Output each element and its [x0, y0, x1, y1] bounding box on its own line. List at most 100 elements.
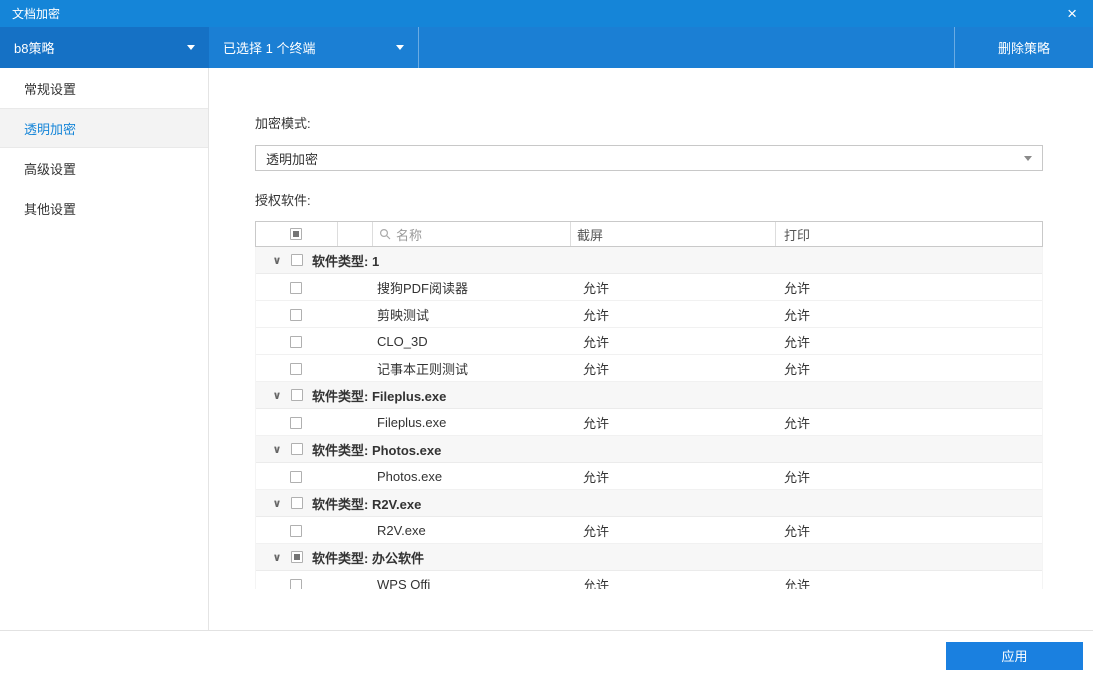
screenshot-permission[interactable]: 允许: [571, 467, 776, 486]
software-name: WPS Offi: [377, 576, 431, 590]
column-header-name-label: 名称: [396, 227, 423, 243]
software-name: 剪映测试: [377, 307, 430, 323]
group-row[interactable]: ∨ 软件类型: Fileplus.exe: [256, 382, 1042, 409]
terminal-selector-label: 已选择 1 个终端: [223, 41, 316, 56]
row-checkbox[interactable]: [290, 336, 302, 349]
column-header-blank: [338, 222, 373, 246]
search-icon: [379, 228, 391, 240]
software-row: WPS Offi 允许 允许: [256, 571, 1042, 589]
column-header-name[interactable]: 名称: [373, 222, 571, 246]
table-body: ∨ 软件类型: 1 搜狗PDF阅读器 允许 允许 剪映测试 允许 允许 CLO_3D 允许 允许 记事…: [255, 247, 1043, 589]
row-checkbox-cell: [256, 415, 338, 430]
row-checkbox[interactable]: [290, 309, 302, 322]
print-permission[interactable]: 允许: [776, 575, 1042, 590]
encryption-mode-value: 透明加密: [266, 151, 319, 167]
software-row: 记事本正则测试 允许 允许: [256, 355, 1042, 382]
group-label: 软件类型: Photos.exe: [312, 442, 442, 458]
screenshot-permission[interactable]: 允许: [571, 278, 776, 297]
software-name: CLO_3D: [377, 333, 428, 349]
print-permission[interactable]: 允许: [776, 332, 1042, 351]
group-expander-icon[interactable]: ∨: [271, 497, 283, 510]
print-permission[interactable]: 允许: [776, 359, 1042, 378]
main-content: 加密模式: 透明加密 授权软件: 名称 截屏 打印 ∨ 软件类型: 1 搜狗PD…: [209, 68, 1093, 630]
sidebar-item-label: 透明加密: [24, 121, 77, 137]
software-row: 剪映测试 允许 允许: [256, 301, 1042, 328]
encryption-mode-select[interactable]: 透明加密: [255, 145, 1043, 171]
encryption-mode-label: 加密模式:: [255, 116, 311, 131]
row-checkbox-cell: [256, 523, 338, 538]
print-permission[interactable]: 允许: [776, 521, 1042, 540]
software-name: Fileplus.exe: [377, 414, 447, 430]
print-permission[interactable]: 允许: [776, 467, 1042, 486]
software-name: 记事本正则测试: [377, 361, 469, 377]
policy-selector[interactable]: b8策略: [0, 27, 209, 68]
group-row[interactable]: ∨ 软件类型: R2V.exe: [256, 490, 1042, 517]
group-checkbox[interactable]: [291, 443, 303, 455]
row-checkbox[interactable]: [290, 363, 302, 376]
group-expander-icon[interactable]: ∨: [271, 389, 283, 402]
row-checkbox[interactable]: [290, 417, 302, 430]
delete-policy-label: 删除策略: [997, 41, 1050, 56]
row-checkbox-cell: [256, 469, 338, 484]
print-permission[interactable]: 允许: [776, 413, 1042, 432]
software-name: Photos.exe: [377, 468, 443, 484]
sidebar-item-3[interactable]: 其他设置: [0, 188, 208, 228]
window-title: 文档加密: [12, 7, 61, 21]
software-row: R2V.exe 允许 允许: [256, 517, 1042, 544]
row-checkbox[interactable]: [290, 282, 302, 295]
delete-policy-button[interactable]: 删除策略: [954, 27, 1093, 68]
footer: 应用: [0, 630, 1093, 680]
group-checkbox[interactable]: [291, 254, 303, 266]
row-checkbox-cell: [256, 577, 338, 589]
row-checkbox[interactable]: [290, 471, 302, 484]
software-row: 搜狗PDF阅读器 允许 允许: [256, 274, 1042, 301]
software-table: 名称 截屏 打印 ∨ 软件类型: 1 搜狗PDF阅读器 允许 允许 剪映测试 允许 允许 CLO…: [255, 221, 1043, 589]
group-expander-icon[interactable]: ∨: [271, 551, 283, 564]
sidebar-item-1[interactable]: 透明加密: [0, 108, 208, 148]
terminal-selector[interactable]: 已选择 1 个终端: [209, 27, 419, 68]
policy-selector-label: b8策略: [14, 41, 55, 56]
group-checkbox[interactable]: [291, 497, 303, 509]
table-header: 名称 截屏 打印: [255, 221, 1043, 247]
print-permission[interactable]: 允许: [776, 305, 1042, 324]
titlebar: 文档加密 ×: [0, 0, 1093, 27]
row-checkbox[interactable]: [290, 525, 302, 538]
sidebar-item-2[interactable]: 高级设置: [0, 148, 208, 188]
screenshot-permission[interactable]: 允许: [571, 413, 776, 432]
print-permission[interactable]: 允许: [776, 278, 1042, 297]
group-row[interactable]: ∨ 软件类型: 办公软件: [256, 544, 1042, 571]
screenshot-permission[interactable]: 允许: [571, 305, 776, 324]
group-row[interactable]: ∨ 软件类型: Photos.exe: [256, 436, 1042, 463]
group-checkbox[interactable]: [291, 389, 303, 401]
sidebar: 常规设置透明加密高级设置其他设置: [0, 68, 209, 630]
column-header-screenshot: 截屏: [571, 222, 776, 246]
header-checkbox[interactable]: [290, 228, 302, 240]
chevron-down-icon: [187, 45, 195, 50]
dialog-body: 常规设置透明加密高级设置其他设置 加密模式: 透明加密 授权软件: 名称: [0, 68, 1093, 630]
chevron-down-icon: [1024, 155, 1032, 161]
sidebar-item-0[interactable]: 常规设置: [0, 68, 208, 108]
group-label: 软件类型: 办公软件: [312, 550, 424, 566]
group-label: 软件类型: R2V.exe: [312, 496, 422, 512]
group-expander-icon[interactable]: ∨: [271, 443, 283, 456]
software-row: CLO_3D 允许 允许: [256, 328, 1042, 355]
screenshot-permission[interactable]: 允许: [571, 332, 776, 351]
sidebar-item-label: 其他设置: [24, 201, 77, 217]
chevron-down-icon: [396, 45, 404, 50]
screenshot-permission[interactable]: 允许: [571, 359, 776, 378]
apply-button[interactable]: 应用: [946, 641, 1083, 670]
software-name: 搜狗PDF阅读器: [377, 280, 469, 296]
group-expander-icon[interactable]: ∨: [271, 254, 283, 267]
row-checkbox-cell: [256, 307, 338, 322]
software-name: R2V.exe: [377, 522, 426, 538]
screenshot-permission[interactable]: 允许: [571, 575, 776, 590]
close-icon[interactable]: ×: [1063, 5, 1081, 22]
row-checkbox[interactable]: [290, 579, 302, 589]
sidebar-item-label: 常规设置: [24, 81, 77, 97]
toolbar: b8策略 已选择 1 个终端 删除策略: [0, 27, 1093, 68]
group-checkbox[interactable]: [291, 551, 303, 563]
screenshot-permission[interactable]: 允许: [571, 521, 776, 540]
group-row[interactable]: ∨ 软件类型: 1: [256, 247, 1042, 274]
authorized-software-label: 授权软件:: [255, 193, 311, 208]
